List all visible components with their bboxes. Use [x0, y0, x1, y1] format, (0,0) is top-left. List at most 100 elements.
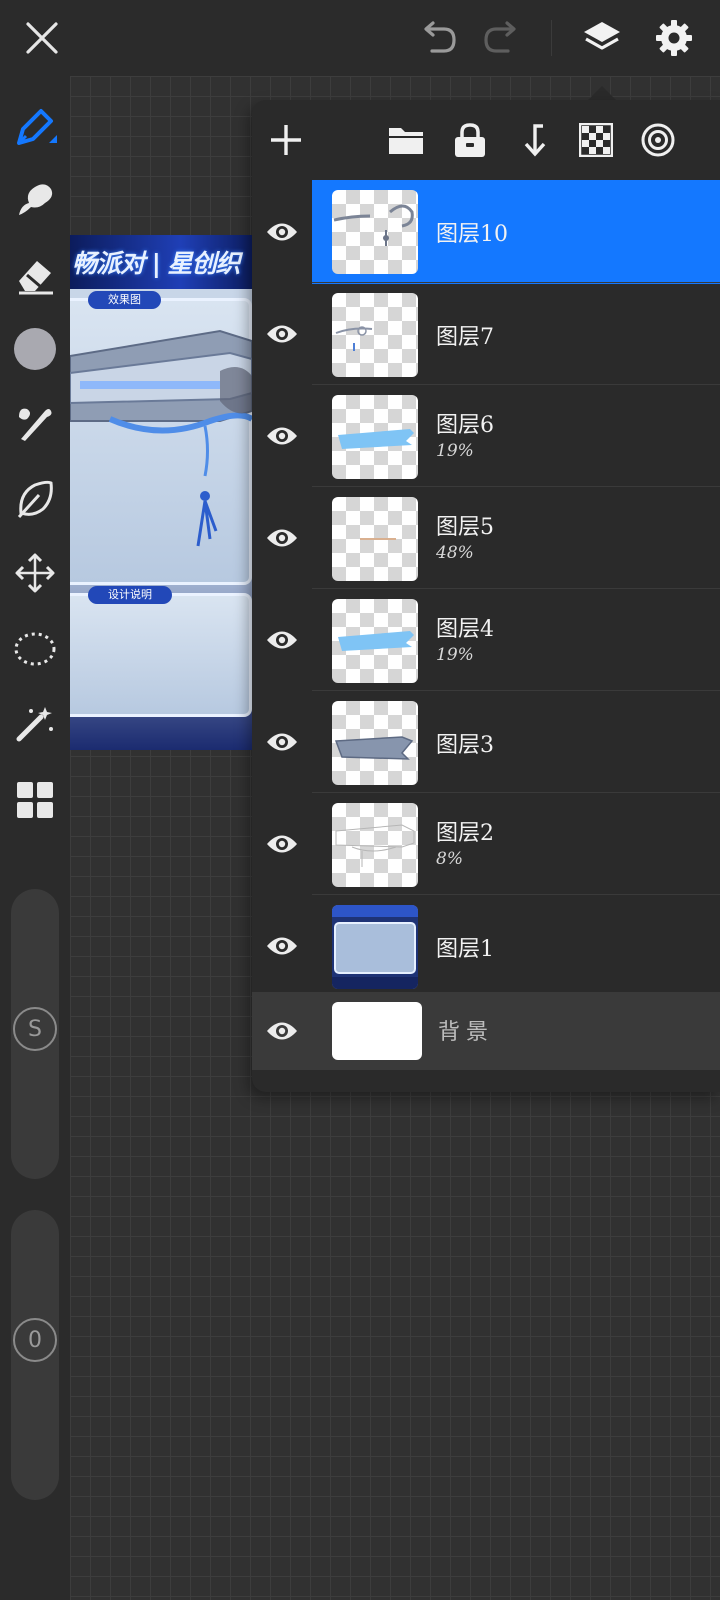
layer-row[interactable]: 图层5 48% — [252, 486, 720, 590]
eye-icon — [267, 325, 297, 343]
panel-pointer — [588, 86, 616, 100]
brush-size-knob[interactable]: S — [13, 1007, 57, 1051]
layer-visibility-toggle[interactable] — [252, 282, 312, 386]
layers-panel: 图层10 图层7 图层6 19% 图层5 48% 图层4 19% 图层3 图层2… — [252, 100, 720, 1092]
move-tool-button[interactable] — [11, 549, 59, 597]
gear-icon — [656, 20, 692, 56]
eye-icon — [267, 937, 297, 955]
artwork-banner-text: 畅派对 | 星创织 — [72, 249, 241, 278]
brush-icon — [19, 408, 52, 441]
redo-icon — [484, 21, 516, 53]
layer-name: 图层6 — [436, 413, 494, 438]
layer-name: 图层10 — [436, 222, 508, 247]
fill-tool-button[interactable] — [11, 475, 59, 523]
layer-name: 图层1 — [436, 937, 494, 962]
magic-wand-tool-button[interactable] — [11, 699, 59, 747]
layers-button[interactable] — [578, 14, 626, 62]
layer-item[interactable]: 图层3 — [312, 690, 720, 794]
color-picker-button[interactable] — [11, 325, 59, 373]
eye-icon — [267, 631, 297, 649]
pen-icon — [17, 109, 57, 145]
opacity-label: 0 — [28, 1327, 42, 1353]
top-bar — [0, 0, 720, 76]
color-swatch — [14, 328, 56, 370]
layer-visibility-toggle[interactable] — [252, 894, 312, 998]
layer-visibility-toggle[interactable] — [252, 690, 312, 794]
layer-visibility-toggle[interactable] — [252, 792, 312, 896]
artwork-banner: 畅派对 | 星创织 — [70, 235, 255, 289]
layer-row[interactable]: 图层4 19% — [252, 588, 720, 692]
transparency-icon — [579, 123, 613, 157]
layer-item[interactable]: 图层4 19% — [312, 588, 720, 692]
undo-icon — [424, 21, 456, 53]
opacity-knob[interactable]: 0 — [13, 1318, 57, 1362]
add-layer-button[interactable] — [262, 116, 310, 164]
layer-visibility-toggle[interactable] — [252, 486, 312, 590]
undo-button[interactable] — [414, 14, 462, 62]
layer-opacity: 48% — [436, 543, 474, 563]
layer-visibility-toggle[interactable] — [252, 180, 312, 284]
design-tag: 设计说明 — [88, 586, 172, 604]
layer-thumbnail — [332, 599, 418, 683]
canvas-artwork: 畅派对 | 星创织 效果图 设计说明 — [70, 235, 255, 750]
layer-row[interactable]: 图层7 — [252, 282, 720, 386]
opacity-slider[interactable]: 0 — [11, 1210, 59, 1500]
layer-row[interactable]: 图层6 19% — [252, 384, 720, 488]
smudge-tool-button[interactable] — [11, 175, 59, 223]
brush-tool-button[interactable] — [11, 399, 59, 447]
layer-visibility-toggle[interactable] — [252, 384, 312, 488]
eye-icon — [267, 427, 297, 445]
close-icon — [26, 22, 58, 54]
topbar-divider — [551, 20, 552, 56]
magic-wand-icon — [16, 707, 53, 742]
reference-button[interactable] — [634, 116, 682, 164]
layer-thumbnail — [332, 803, 418, 887]
eraser-tool-button[interactable] — [11, 251, 59, 299]
settings-button[interactable] — [650, 14, 698, 62]
sword-illustration — [70, 329, 252, 547]
layer-opacity: 19% — [436, 441, 474, 461]
layer-item[interactable]: 图层6 19% — [312, 384, 720, 488]
layer-thumbnail — [332, 701, 418, 785]
leaf-icon — [17, 480, 53, 519]
merge-down-icon — [524, 124, 546, 157]
redo-button[interactable] — [478, 14, 526, 62]
layer-opacity: 19% — [436, 645, 474, 665]
eye-icon — [267, 733, 297, 751]
layer-visibility-toggle[interactable] — [252, 588, 312, 692]
move-icon — [15, 553, 55, 593]
group-button[interactable] — [382, 116, 430, 164]
lasso-icon — [14, 632, 56, 666]
folder-icon — [389, 128, 423, 154]
background-layer-label: 背景 — [438, 1020, 495, 1045]
lock-button[interactable] — [446, 116, 494, 164]
layer-visibility-toggle[interactable] — [252, 992, 312, 1070]
pen-tool-button[interactable] — [11, 103, 59, 151]
alpha-lock-button[interactable] — [572, 116, 620, 164]
brush-size-slider[interactable]: S — [11, 889, 59, 1179]
design-panel: 设计说明 — [70, 586, 252, 717]
layer-row[interactable]: 图层2 8% — [252, 792, 720, 896]
brush-size-label: S — [28, 1016, 42, 1042]
merge-down-button[interactable] — [510, 116, 558, 164]
lasso-tool-button[interactable] — [11, 625, 59, 673]
close-button[interactable] — [18, 14, 66, 62]
left-toolbar: S 0 — [0, 76, 70, 1600]
gallery-tool-button[interactable] — [11, 776, 59, 824]
layer-row[interactable]: 图层10 — [252, 180, 720, 284]
layer-item[interactable]: 图层7 — [312, 282, 720, 386]
layer-item[interactable]: 图层1 — [312, 894, 720, 998]
layer-item[interactable]: 图层5 48% — [312, 486, 720, 590]
layer-thumbnail — [332, 293, 418, 377]
layer-name: 图层5 — [436, 515, 494, 540]
layer-item-active[interactable]: 图层10 — [312, 180, 720, 284]
eye-icon — [267, 529, 297, 547]
grid-icon — [17, 782, 53, 818]
layer-row[interactable]: 图层3 — [252, 690, 720, 794]
background-color-swatch[interactable] — [332, 1002, 422, 1060]
layer-item[interactable]: 图层2 8% — [312, 792, 720, 896]
background-layer-row[interactable]: 背景 — [252, 992, 720, 1070]
eye-icon — [267, 223, 297, 241]
layer-row[interactable]: 图层1 — [252, 894, 720, 998]
layer-thumbnail — [332, 395, 418, 479]
